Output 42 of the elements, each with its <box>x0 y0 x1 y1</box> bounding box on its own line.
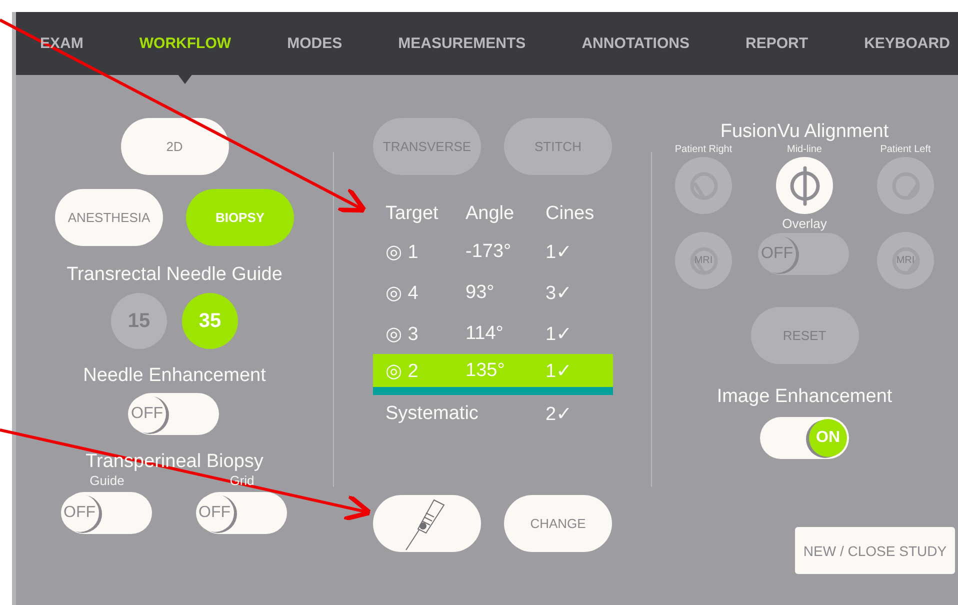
section-title: Image Enhancement <box>716 386 892 408</box>
target-row[interactable]: ◎ 1 -173° 1✓ <box>372 231 612 272</box>
nav-tab[interactable]: WORKFLOW <box>139 25 232 62</box>
section-title: Transrectal Needle Guide <box>66 264 282 286</box>
procedure-button[interactable]: ANESTHESIA <box>55 189 163 246</box>
section-title: FusionVu Alignment <box>720 121 889 143</box>
table-cell-text: 3✓ <box>546 282 574 304</box>
table-cell-text: 93° <box>466 282 496 304</box>
table-cell-text: ◎ 4 <box>386 282 420 304</box>
nav-tab[interactable]: ANNOTATIONS <box>582 25 690 62</box>
table-cell-text: 135° <box>466 360 506 382</box>
column-header: Cines <box>546 203 596 225</box>
column-header: Target <box>386 203 440 225</box>
table-cell-text: 1✓ <box>546 360 574 382</box>
table-cell-text: 114° <box>466 322 504 344</box>
toggle-label: Overlay <box>782 216 827 231</box>
toggle-switch[interactable]: OFF <box>62 492 152 534</box>
toggle-switch[interactable]: OFF <box>198 492 286 534</box>
target-row[interactable]: ◎ 4 93° 3✓ <box>372 272 612 313</box>
mode-button[interactable]: 2D <box>120 118 228 175</box>
position-label: Mid-line <box>786 144 822 155</box>
toggle-switch[interactable]: OFF <box>130 393 219 435</box>
table-cell-text: 1✓ <box>546 322 574 346</box>
nav-tab[interactable]: KEYBOARD <box>864 25 950 62</box>
position-label: Patient Right <box>674 144 732 155</box>
change-button[interactable]: CHANGE <box>504 495 612 552</box>
nav-tab[interactable]: MEASUREMENTS <box>398 25 526 62</box>
table-cell-text: ◎ 2 <box>386 360 420 382</box>
table-cell-text: 1✓ <box>546 240 574 264</box>
new-close-study-button[interactable]: NEW / CLOSE STUDY <box>795 527 955 574</box>
table-cell-text: -173° <box>466 240 512 262</box>
nav-tab[interactable]: REPORT <box>746 25 808 62</box>
table-cell-text: 2✓ <box>546 403 574 426</box>
table-cell-text: ◎ 1 <box>386 240 420 264</box>
section-title: Needle Enhancement <box>83 365 266 387</box>
table-cell-text: Systematic <box>386 403 480 425</box>
target-row[interactable]: ◎ 3 114° 1✓ <box>372 313 612 354</box>
nav-tab[interactable]: MODES <box>287 25 342 62</box>
table-cell-text: ◎ 3 <box>386 322 420 346</box>
column-header: Angle <box>466 203 516 225</box>
position-label: Patient Left <box>880 144 931 155</box>
toggle-label: Guide <box>90 473 124 488</box>
